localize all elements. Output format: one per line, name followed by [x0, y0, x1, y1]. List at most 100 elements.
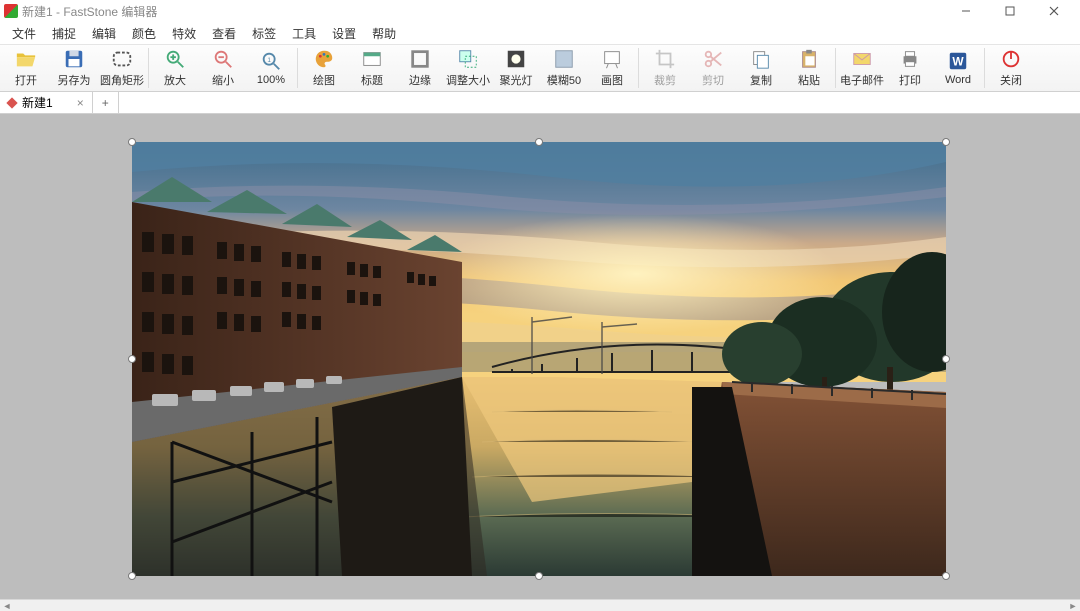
dirty-indicator-icon [6, 97, 17, 108]
selection-handle-bottom-right[interactable] [942, 572, 950, 580]
toolbar-label: Word [945, 74, 971, 86]
selection-handle-bottom-middle[interactable] [535, 572, 543, 580]
toolbar-label: 粘贴 [798, 72, 820, 88]
toolbar-label: 打印 [899, 72, 921, 88]
zoom100-button[interactable]: 1100% [247, 45, 295, 91]
window-close-button[interactable] [1032, 0, 1076, 22]
menu-tools[interactable]: 工具 [284, 23, 324, 44]
canvas-button[interactable]: 画图 [588, 45, 636, 91]
draw-button[interactable]: 绘图 [300, 45, 348, 91]
crop-icon [654, 48, 676, 70]
toolbar-label: 调整大小 [446, 72, 490, 88]
zoomin-button[interactable]: 放大 [151, 45, 199, 91]
toolbar-label: 模糊50 [547, 72, 581, 88]
spot-button[interactable]: 聚光灯 [492, 45, 540, 91]
zoom-in-icon [164, 48, 186, 70]
cut-button: 剪切 [689, 45, 737, 91]
zoom-out-icon [212, 48, 234, 70]
paste-icon [798, 48, 820, 70]
tab-add-button[interactable]: + [93, 92, 119, 113]
selection-handle-middle-left[interactable] [128, 355, 136, 363]
roundrect-button[interactable]: 圆角矩形 [98, 45, 146, 91]
selection-handle-top-right[interactable] [942, 138, 950, 146]
blur-button[interactable]: 模糊50 [540, 45, 588, 91]
copy-button[interactable]: 复制 [737, 45, 785, 91]
zoomout-button[interactable]: 缩小 [199, 45, 247, 91]
tab-strip: 新建1 × + [0, 92, 1080, 114]
email-button[interactable]: 电子邮件 [838, 45, 886, 91]
caption-icon [361, 48, 383, 70]
word-button[interactable]: W Word [934, 45, 982, 91]
toolbar-label: 剪切 [702, 72, 724, 88]
saveas-button[interactable]: 另存为 [50, 45, 98, 91]
toolbar-label: 打开 [15, 72, 37, 88]
window-maximize-button[interactable] [988, 0, 1032, 22]
spotlight-icon [505, 48, 527, 70]
toolbar-label: 裁剪 [654, 72, 676, 88]
menu-effects[interactable]: 特效 [164, 23, 204, 44]
zoom-100-icon: 1 [260, 50, 282, 72]
svg-text:1: 1 [267, 57, 271, 64]
canvas-icon [601, 48, 623, 70]
paste-button[interactable]: 粘贴 [785, 45, 833, 91]
resize-button[interactable]: 调整大小 [444, 45, 492, 91]
workspace[interactable] [0, 114, 1080, 599]
edge-button[interactable]: 边缘 [396, 45, 444, 91]
svg-text:W: W [952, 55, 964, 69]
printer-icon [899, 48, 921, 70]
folder-open-icon [15, 48, 37, 70]
caption-button[interactable]: 标题 [348, 45, 396, 91]
tab-document-1[interactable]: 新建1 × [0, 92, 93, 113]
selection-handle-top-left[interactable] [128, 138, 136, 146]
close-button[interactable]: 关闭 [987, 45, 1035, 91]
menu-color[interactable]: 颜色 [124, 23, 164, 44]
toolbar-label: 绘图 [313, 72, 335, 88]
toolbar-label: 电子邮件 [840, 72, 884, 88]
palette-icon [313, 48, 335, 70]
horizontal-scrollbar[interactable]: ◄ ► [0, 599, 1080, 611]
window-minimize-button[interactable] [944, 0, 988, 22]
scissors-icon [702, 48, 724, 70]
menu-edit[interactable]: 编辑 [84, 23, 124, 44]
edge-icon [409, 48, 431, 70]
power-icon [1000, 48, 1022, 70]
copy-icon [750, 48, 772, 70]
diskette-icon [63, 48, 85, 70]
menu-help[interactable]: 帮助 [364, 23, 404, 44]
window-title: 新建1 - FastStone 编辑器 [22, 3, 944, 20]
scroll-right-button[interactable]: ► [1066, 600, 1080, 611]
toolbar-label: 圆角矩形 [100, 72, 144, 88]
toolbar-label: 放大 [164, 72, 186, 88]
canvas[interactable] [132, 142, 946, 576]
toolbar-separator [835, 48, 836, 88]
resize-icon [457, 48, 479, 70]
toolbar-label: 缩小 [212, 72, 234, 88]
menu-view[interactable]: 查看 [204, 23, 244, 44]
menu-file[interactable]: 文件 [4, 23, 44, 44]
rounded-rect-icon [111, 48, 133, 70]
toolbar-label: 边缘 [409, 72, 431, 88]
tab-label: 新建1 [22, 94, 53, 111]
toolbar-label: 标题 [361, 72, 383, 88]
titlebar: 新建1 - FastStone 编辑器 [0, 0, 1080, 22]
menubar: 文件 捕捉 编辑 颜色 特效 查看 标签 工具 设置 帮助 [0, 22, 1080, 44]
image-content [132, 142, 946, 576]
toolbar-label: 另存为 [58, 72, 91, 88]
menu-capture[interactable]: 捕捉 [44, 23, 84, 44]
print-button[interactable]: 打印 [886, 45, 934, 91]
selection-handle-bottom-left[interactable] [128, 572, 136, 580]
toolbar-label: 关闭 [1000, 72, 1022, 88]
selection-handle-middle-right[interactable] [942, 355, 950, 363]
crop-button: 裁剪 [641, 45, 689, 91]
scroll-left-button[interactable]: ◄ [0, 600, 14, 611]
menu-settings[interactable]: 设置 [324, 23, 364, 44]
open-button[interactable]: 打开 [2, 45, 50, 91]
toolbar-label: 聚光灯 [500, 72, 533, 88]
blur-icon [553, 48, 575, 70]
selection-handle-top-middle[interactable] [535, 138, 543, 146]
scroll-track[interactable] [14, 600, 1066, 611]
tab-close-button[interactable]: × [77, 96, 84, 110]
toolbar: 打开 另存为圆角矩形 放大 缩小 1100% 绘图 标题 边缘调整大小聚光灯模糊50 画图裁剪 剪… [0, 44, 1080, 92]
menu-tags[interactable]: 标签 [244, 23, 284, 44]
mail-icon [851, 48, 873, 70]
